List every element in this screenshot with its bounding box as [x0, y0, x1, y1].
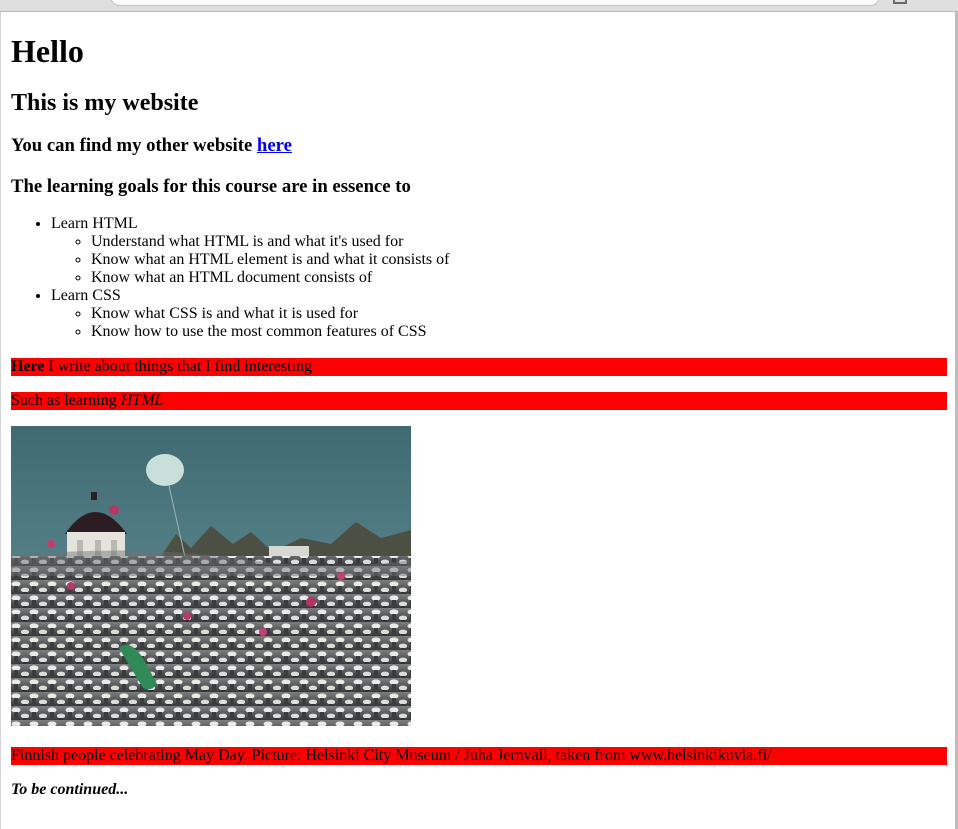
goal-item-css: Learn CSS Know what CSS is and what it i… [51, 287, 947, 341]
page-viewport: Hello This is my website You can find my… [1, 12, 955, 829]
goal-subitems: Understand what HTML is and what it's us… [51, 233, 947, 287]
other-website-link[interactable]: here [257, 135, 292, 156]
menu-icon[interactable] [893, 0, 907, 4]
other-website-line: You can find my other website here [11, 135, 947, 157]
goal-subitem: Know how to use the most common features… [91, 323, 947, 341]
intro-text: I write about things that I find interes… [44, 358, 312, 375]
page-title: Hello [11, 33, 84, 69]
may-day-photo [11, 426, 411, 726]
browser-toolbar [0, 0, 958, 12]
other-website-text: You can find my other website [11, 135, 257, 156]
goals-heading: The learning goals for this course are i… [11, 176, 411, 197]
goal-subitem: Know what CSS is and what it is used for [91, 305, 947, 323]
goal-subitem: Know what an HTML document consists of [91, 269, 947, 287]
goal-label: Learn CSS [51, 287, 121, 304]
closing-text: To be continued... [11, 781, 129, 798]
address-bar[interactable] [110, 0, 880, 6]
page-subtitle: This is my website [11, 90, 199, 116]
goal-subitem: Understand what HTML is and what it's us… [91, 233, 947, 251]
goal-item-html: Learn HTML Understand what HTML is and w… [51, 215, 947, 287]
goals-list: Learn HTML Understand what HTML is and w… [11, 215, 947, 341]
learning-text: Such as learning [11, 392, 121, 409]
intro-bold: Here [11, 358, 45, 375]
goal-label: Learn HTML [51, 215, 138, 232]
goal-subitem: Know what an HTML element is and what it… [91, 251, 947, 269]
learning-paragraph: Such as learning HTML [11, 392, 947, 410]
goal-subitems: Know what CSS is and what it is used for… [51, 305, 947, 341]
image-caption: Finnish people celebrating May Day. Pict… [11, 747, 947, 765]
intro-paragraph: Here I write about things that I find in… [11, 358, 947, 376]
learning-italic: HTML [120, 392, 164, 409]
